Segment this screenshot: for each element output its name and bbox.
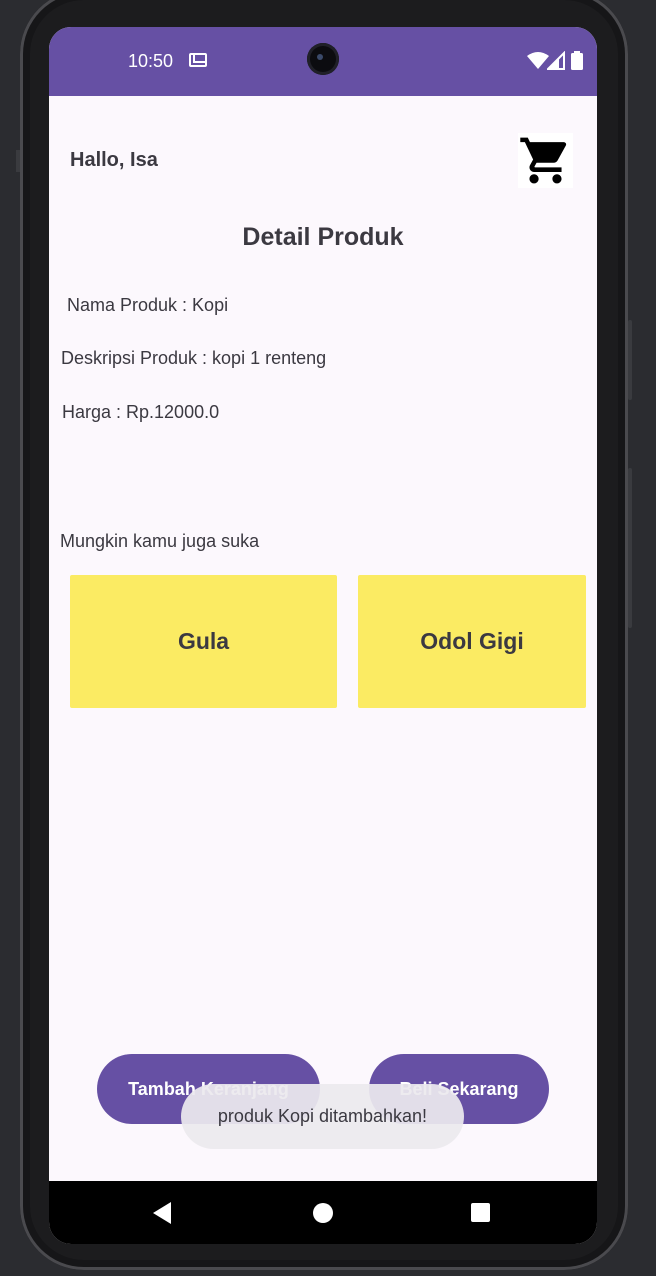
- suggestion-card-label: Odol Gigi: [420, 628, 524, 654]
- home-icon[interactable]: [313, 1203, 333, 1223]
- status-time: 10:50: [128, 51, 174, 71]
- recents-icon[interactable]: [471, 1203, 490, 1222]
- product-price: Harga : Rp.12000.0: [62, 402, 220, 422]
- suggestions-label: Mungkin kamu juga suka: [60, 531, 260, 551]
- wifi-icon: [527, 52, 549, 69]
- power-button: [628, 468, 632, 628]
- volume-button: [628, 320, 632, 400]
- toast-message: produk Kopi ditambahkan!: [181, 1084, 464, 1149]
- product-name: Nama Produk : Kopi: [67, 295, 229, 315]
- cart-button[interactable]: [518, 133, 573, 188]
- suggestion-card-odol-gigi[interactable]: Odol Gigi: [358, 575, 586, 708]
- battery-icon: [571, 51, 583, 70]
- suggestion-card-label: Gula: [177, 628, 230, 654]
- navigation-bar: [49, 1181, 597, 1244]
- status-bar: 10:50: [49, 27, 597, 96]
- suggestion-card-gula[interactable]: Gula: [70, 575, 337, 708]
- page-title: Detail Produk: [242, 223, 404, 251]
- greeting-text: Hallo, Isa: [70, 149, 158, 171]
- back-icon[interactable]: [153, 1202, 171, 1224]
- front-camera: [307, 43, 339, 75]
- status-icons: [527, 51, 587, 71]
- shopping-cart-icon: [520, 137, 567, 184]
- gmail-icon: [189, 53, 207, 67]
- app-screen: 10:50 Hallo, Isa Detail Produk Nama Prod…: [49, 27, 597, 1244]
- signal-icon: [547, 51, 565, 70]
- product-description: Deskripsi Produk : kopi 1 renteng: [61, 348, 327, 368]
